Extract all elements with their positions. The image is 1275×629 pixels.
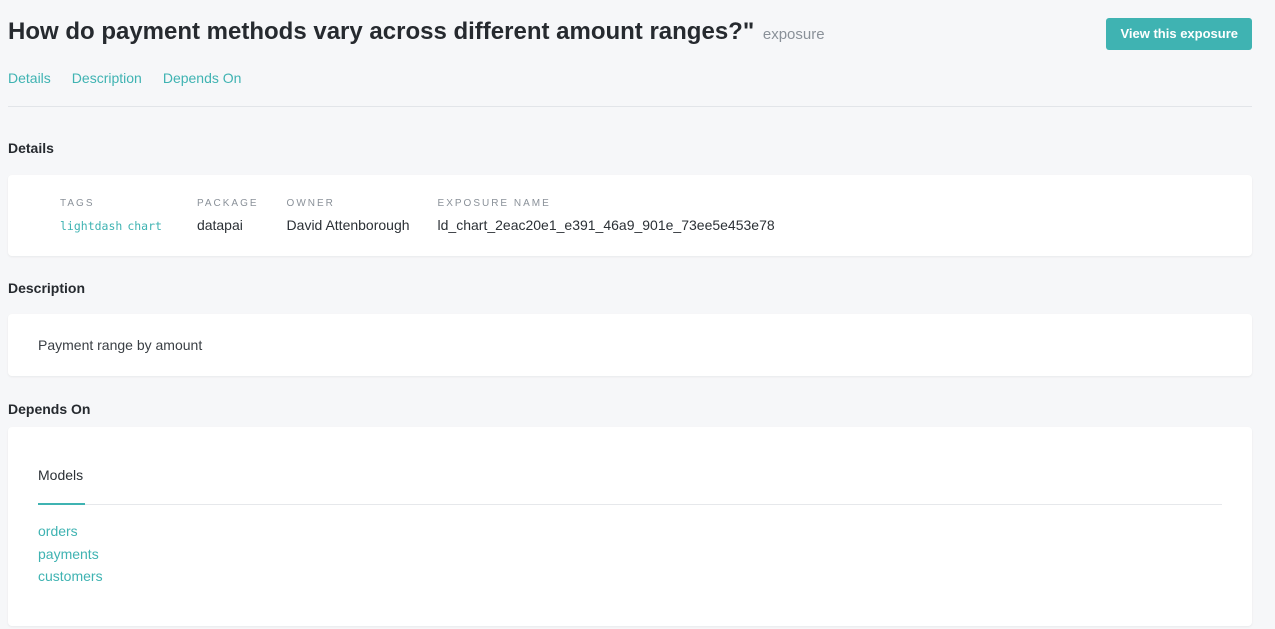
details-heading: Details — [8, 140, 54, 156]
model-link-orders[interactable]: orders — [38, 520, 103, 543]
depends-on-tabs: Models — [38, 467, 1222, 505]
active-tab-indicator — [38, 503, 85, 505]
tab-models-label: Models — [38, 467, 84, 483]
depends-on-heading: Depends On — [8, 401, 91, 417]
tags-label: TAGS — [60, 198, 95, 209]
view-exposure-button[interactable]: View this exposure — [1106, 18, 1252, 50]
exposure-name-label: EXPOSURE NAME — [437, 198, 551, 209]
nav-link-depends-on[interactable]: Depends On — [163, 70, 242, 86]
description-card: Payment range by amount — [8, 314, 1252, 376]
depends-on-card: Models orders payments customers — [8, 427, 1252, 626]
description-heading: Description — [8, 280, 86, 296]
exposure-name-value: ld_chart_2eac20e1_e391_46a9_901e_73ee5e4… — [437, 217, 775, 233]
resource-type-label: exposure — [762, 26, 825, 43]
owner-column: OWNER David Attenborough — [287, 198, 410, 233]
tag-lightdash[interactable]: lightdash — [60, 219, 122, 233]
description-text: Payment range by amount — [38, 337, 203, 353]
package-label: PACKAGE — [196, 198, 259, 209]
owner-value: David Attenborough — [286, 217, 410, 233]
package-value: datapai — [196, 217, 243, 233]
tab-models[interactable]: Models — [38, 467, 83, 493]
title-text: How do payment methods vary across diffe… — [8, 18, 755, 45]
details-card: TAGS lightdash chart PACKAGE datapai OWNE… — [8, 175, 1252, 256]
section-nav: Details Description Depends On — [8, 70, 241, 86]
models-list: orders payments customers — [38, 520, 103, 588]
exposure-page: How do payment methods vary across diffe… — [0, 0, 1275, 629]
page-header: How do payment methods vary across diffe… — [8, 16, 1252, 50]
exposure-name-column: EXPOSURE NAME ld_chart_2eac20e1_e391_46a… — [438, 198, 775, 233]
tag-chart[interactable]: chart — [127, 219, 162, 233]
model-link-payments[interactable]: payments — [38, 543, 103, 566]
tags-column: TAGS lightdash chart — [60, 198, 167, 233]
package-column: PACKAGE datapai — [197, 198, 259, 233]
tags-value: lightdash chart — [60, 217, 167, 233]
page-title: How do payment methods vary across diffe… — [8, 16, 825, 51]
owner-label: OWNER — [286, 198, 335, 209]
header-divider — [8, 106, 1252, 107]
nav-link-details[interactable]: Details — [8, 70, 51, 86]
nav-link-description[interactable]: Description — [72, 70, 142, 86]
details-grid: TAGS lightdash chart PACKAGE datapai OWNE… — [60, 198, 803, 233]
model-link-customers[interactable]: customers — [38, 565, 103, 588]
